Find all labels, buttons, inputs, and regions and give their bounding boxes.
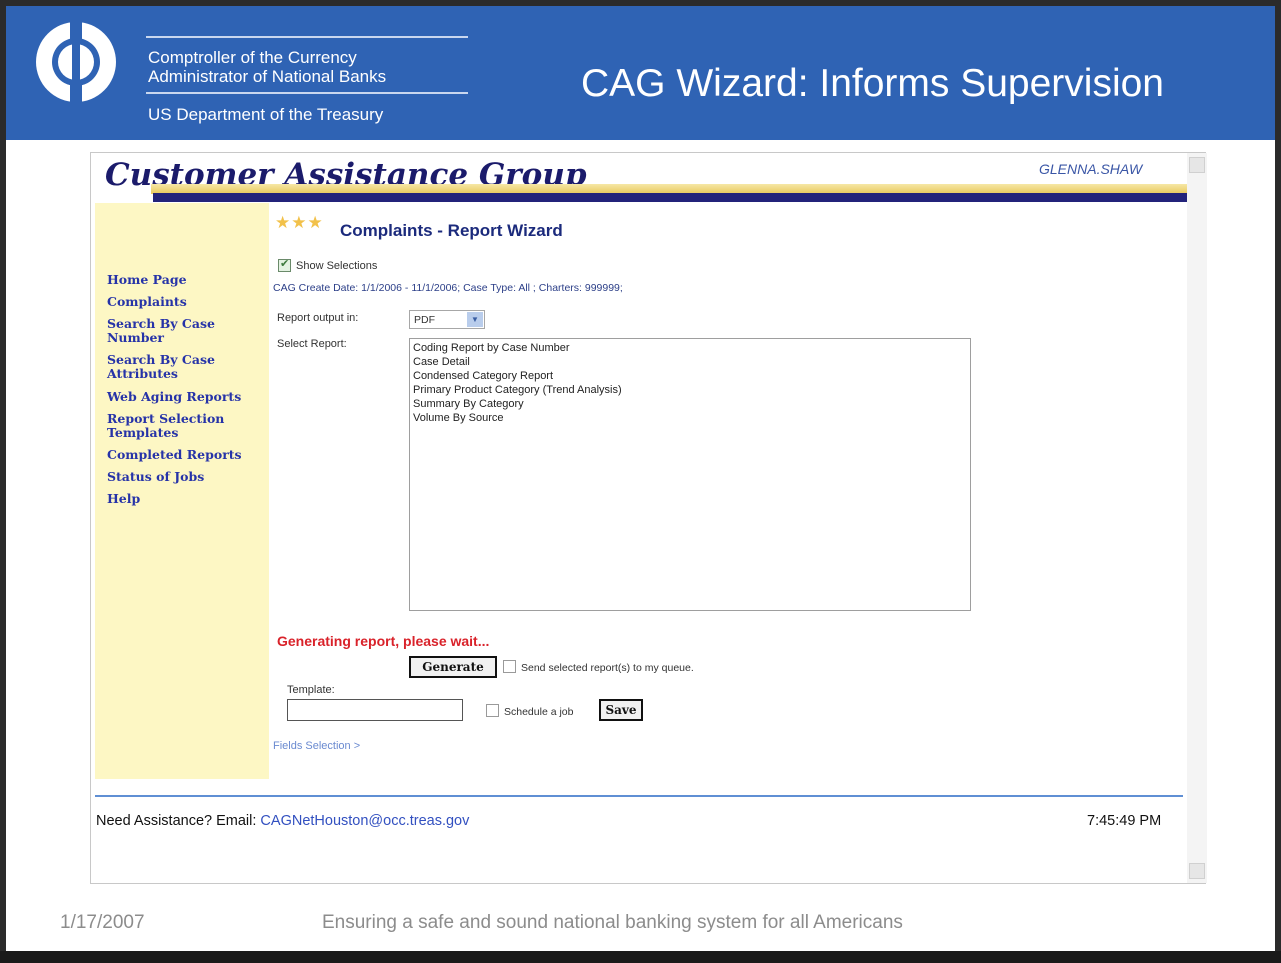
scroll-up-button[interactable] — [1189, 157, 1205, 173]
agency-rule-bottom — [146, 92, 468, 94]
select-report-label: Select Report: — [277, 338, 347, 350]
assistance-email-link[interactable]: CAGNetHouston@occ.treas.gov — [260, 813, 469, 829]
frame-right — [1275, 0, 1281, 963]
report-option[interactable]: Coding Report by Case Number — [413, 341, 967, 355]
scroll-down-button[interactable] — [1189, 863, 1205, 879]
footer-divider — [95, 795, 1183, 797]
vertical-scrollbar[interactable] — [1187, 153, 1207, 883]
generate-button[interactable]: Generate — [409, 656, 497, 678]
occ-logo-icon — [36, 20, 116, 104]
output-format-value: PDF — [414, 314, 435, 326]
frame-bottom — [0, 951, 1281, 963]
report-listbox[interactable]: Coding Report by Case Number Case Detail… — [409, 338, 971, 611]
agency-line-1: Comptroller of the Currency — [148, 48, 357, 67]
queue-checkbox[interactable] — [503, 660, 516, 673]
nav-status-of-jobs[interactable]: Status of Jobs — [107, 470, 257, 484]
header-banner: Comptroller of the Currency Administrato… — [6, 6, 1275, 140]
clock: 7:45:49 PM — [1087, 813, 1162, 829]
show-selections-checkbox[interactable] — [278, 257, 291, 272]
slide-title: CAG Wizard: Informs Supervision — [581, 62, 1165, 105]
sidebar: Home Page Complaints Search By Case Numb… — [95, 203, 269, 779]
slide: Comptroller of the Currency Administrato… — [0, 0, 1281, 963]
assistance-text: Need Assistance? Email: CAGNetHouston@oc… — [96, 813, 469, 829]
dropdown-arrow-icon[interactable]: ▼ — [467, 312, 483, 327]
nav-home-page[interactable]: Home Page — [107, 273, 257, 287]
schedule-job-checkbox[interactable] — [486, 704, 499, 717]
template-input[interactable] — [287, 699, 463, 721]
stars-icon: ★★★ — [275, 213, 324, 232]
user-name: GLENNA.SHAW — [1039, 161, 1143, 177]
agency-line-2: Administrator of National Banks — [148, 67, 387, 86]
nav-web-aging-reports[interactable]: Web Aging Reports — [107, 390, 257, 404]
report-option[interactable]: Condensed Category Report — [413, 369, 967, 383]
wizard-title: Complaints - Report Wizard — [340, 221, 563, 240]
schedule-job-label: Schedule a job — [504, 706, 574, 718]
report-option[interactable]: Case Detail — [413, 355, 967, 369]
assistance-prefix: Need Assistance? Email: — [96, 813, 257, 829]
slide-tagline: Ensuring a safe and sound national banki… — [322, 912, 903, 933]
frame-left — [0, 0, 6, 963]
selection-criteria: CAG Create Date: 1/1/2006 - 11/1/2006; C… — [273, 282, 623, 294]
generating-message: Generating report, please wait... — [277, 633, 490, 649]
slide-date: 1/17/2007 — [60, 912, 145, 933]
agency-rule-top — [146, 36, 468, 38]
output-format-select[interactable]: PDF ▼ — [409, 310, 485, 329]
template-label: Template: — [287, 684, 335, 696]
queue-label: Send selected report(s) to my queue. — [521, 662, 694, 674]
report-option[interactable]: Summary By Category — [413, 397, 967, 411]
nav-search-by-case-attributes[interactable]: Search By Case Attributes — [107, 353, 257, 381]
nav-help[interactable]: Help — [107, 492, 257, 506]
report-option[interactable]: Primary Product Category (Trend Analysis… — [413, 383, 967, 397]
agency-line-3: US Department of the Treasury — [148, 105, 384, 124]
app-window: Customer Assistance Group GLENNA.SHAW Ho… — [90, 152, 1207, 884]
output-label: Report output in: — [277, 312, 359, 324]
navy-rule — [153, 193, 1187, 202]
nav-report-selection-templates[interactable]: Report Selection Templates — [107, 412, 257, 440]
save-button[interactable]: Save — [599, 699, 643, 721]
report-option[interactable]: Volume By Source — [413, 411, 967, 425]
nav-complaints[interactable]: Complaints — [107, 295, 257, 309]
nav-completed-reports[interactable]: Completed Reports — [107, 448, 257, 462]
show-selections-label: Show Selections — [296, 260, 378, 272]
fields-selection-link[interactable]: Fields Selection > — [273, 740, 360, 752]
nav-search-by-case-number[interactable]: Search By Case Number — [107, 317, 257, 345]
